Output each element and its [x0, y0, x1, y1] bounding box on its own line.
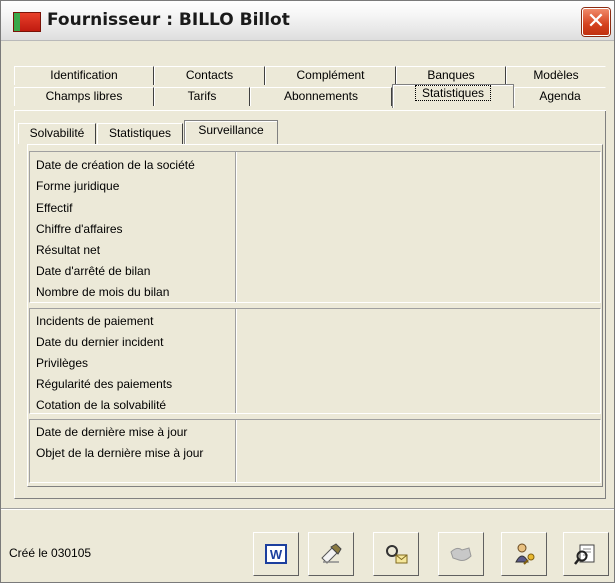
field-date-derniere-maj: Date de dernière mise à jour [36, 425, 188, 439]
word-button[interactable]: W [253, 532, 299, 576]
print-preview-icon [574, 544, 595, 565]
title-bar[interactable]: Fournisseur : BILLO Billot ✕ [1, 1, 614, 41]
field-date-dernier-incident: Date du dernier incident [36, 335, 164, 349]
update-section: Date de dernière mise à jour Objet de la… [29, 419, 601, 483]
tab-statistiques-label: Statistiques [414, 85, 492, 101]
field-forme-juridique: Forme juridique [36, 179, 120, 193]
tab-modeles[interactable]: Modèles [506, 66, 606, 85]
tab-statistiques[interactable]: Statistiques [392, 84, 514, 108]
update-labels: Date de dernière mise à jour Objet de la… [30, 420, 237, 482]
subtab-surveillance[interactable]: Surveillance [184, 120, 278, 145]
tab-abonnements[interactable]: Abonnements [250, 87, 392, 106]
handshake-button[interactable] [438, 532, 484, 576]
field-date-creation: Date de création de la société [36, 158, 195, 172]
field-privileges: Privilèges [36, 356, 89, 370]
tab-tarifs[interactable]: Tarifs [154, 87, 250, 106]
status-separator [1, 508, 614, 510]
window-title: Fournisseur : BILLO Billot [47, 10, 290, 30]
handshake-icon [450, 547, 472, 561]
tab-row-1: Identification Contacts Complément Banqu… [14, 66, 606, 86]
user-key-button[interactable] [501, 532, 547, 576]
payment-section: Incidents de paiement Date du dernier in… [29, 308, 601, 414]
tab-identification[interactable]: Identification [14, 66, 154, 85]
company-info-section: Date de création de la société Forme jur… [29, 151, 601, 303]
pencil-note-icon [321, 543, 342, 564]
field-chiffre-affaires: Chiffre d'affaires [36, 222, 123, 236]
subtab-statistiques[interactable]: Statistiques [97, 123, 183, 144]
tab-row-2: Champs libres Tarifs Abonnements Statist… [14, 84, 606, 108]
field-nombre-mois-bilan: Nombre de mois du bilan [36, 285, 170, 299]
close-button[interactable]: ✕ [582, 8, 610, 36]
tab-champs-libres[interactable]: Champs libres [14, 87, 154, 106]
tab-agenda[interactable]: Agenda [514, 87, 606, 106]
field-objet-derniere-maj: Objet de la dernière mise à jour [36, 446, 204, 460]
search-mail-button[interactable] [373, 532, 419, 576]
field-cotation-solvabilite: Cotation de la solvabilité [36, 398, 167, 412]
field-effectif: Effectif [36, 201, 73, 215]
tab-complement[interactable]: Complément [265, 66, 396, 85]
tab-banques[interactable]: Banques [396, 66, 506, 85]
app-icon [13, 12, 41, 32]
user-key-icon [515, 543, 535, 565]
company-info-labels: Date de création de la société Forme jur… [30, 152, 237, 302]
tab-contacts[interactable]: Contacts [154, 66, 265, 85]
field-resultat-net: Résultat net [36, 243, 101, 257]
created-date: Créé le 030105 [9, 546, 92, 560]
field-regularite-paiements: Régularité des paiements [36, 377, 173, 391]
word-icon: W [265, 544, 287, 564]
subtab-solvabilite[interactable]: Solvabilité [18, 123, 96, 144]
note-button[interactable] [308, 532, 354, 576]
print-preview-button[interactable] [563, 532, 609, 576]
field-date-arrete-bilan: Date d'arrêté de bilan [36, 264, 151, 278]
search-mail-icon [386, 545, 408, 564]
field-incidents-paiement: Incidents de paiement [36, 314, 154, 328]
supplier-window: Fournisseur : BILLO Billot ✕ Identificat… [0, 0, 615, 583]
word-glyph-text: W [270, 547, 283, 562]
payment-labels: Incidents de paiement Date du dernier in… [30, 309, 237, 413]
close-icon: ✕ [586, 9, 606, 34]
